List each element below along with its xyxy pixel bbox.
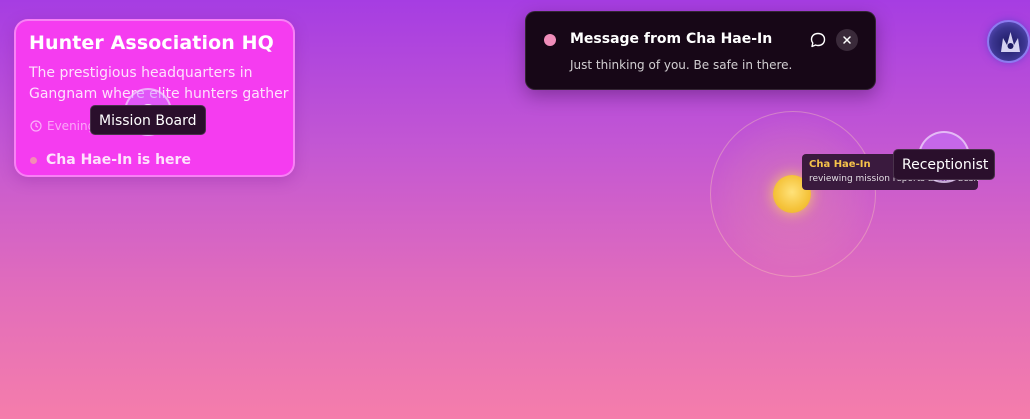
- notification-body: Just thinking of you. Be safe in there.: [570, 58, 793, 72]
- clock-icon: [30, 120, 42, 132]
- presence-dot: [30, 156, 37, 164]
- presence-indicator: Cha Hae-In is here: [30, 152, 191, 168]
- mission-board-tooltip: Mission Board: [90, 105, 206, 135]
- unread-dot: [544, 34, 556, 46]
- close-icon: [843, 36, 851, 44]
- time-label: Evening: [47, 119, 96, 133]
- location-title: Hunter Association HQ: [29, 32, 274, 54]
- message-notification[interactable]: Message from Cha Hae-In Just thinking of…: [525, 11, 876, 90]
- receptionist-tooltip: Receptionist: [893, 149, 995, 180]
- player-avatar[interactable]: [987, 20, 1030, 63]
- crown-icon: [1001, 32, 1020, 52]
- chat-bubble-icon[interactable]: [809, 31, 827, 49]
- presence-label: Cha Hae-In is here: [46, 152, 191, 168]
- close-button[interactable]: [836, 29, 858, 51]
- notification-title: Message from Cha Hae-In: [570, 31, 773, 47]
- time-of-day: Evening: [30, 119, 95, 133]
